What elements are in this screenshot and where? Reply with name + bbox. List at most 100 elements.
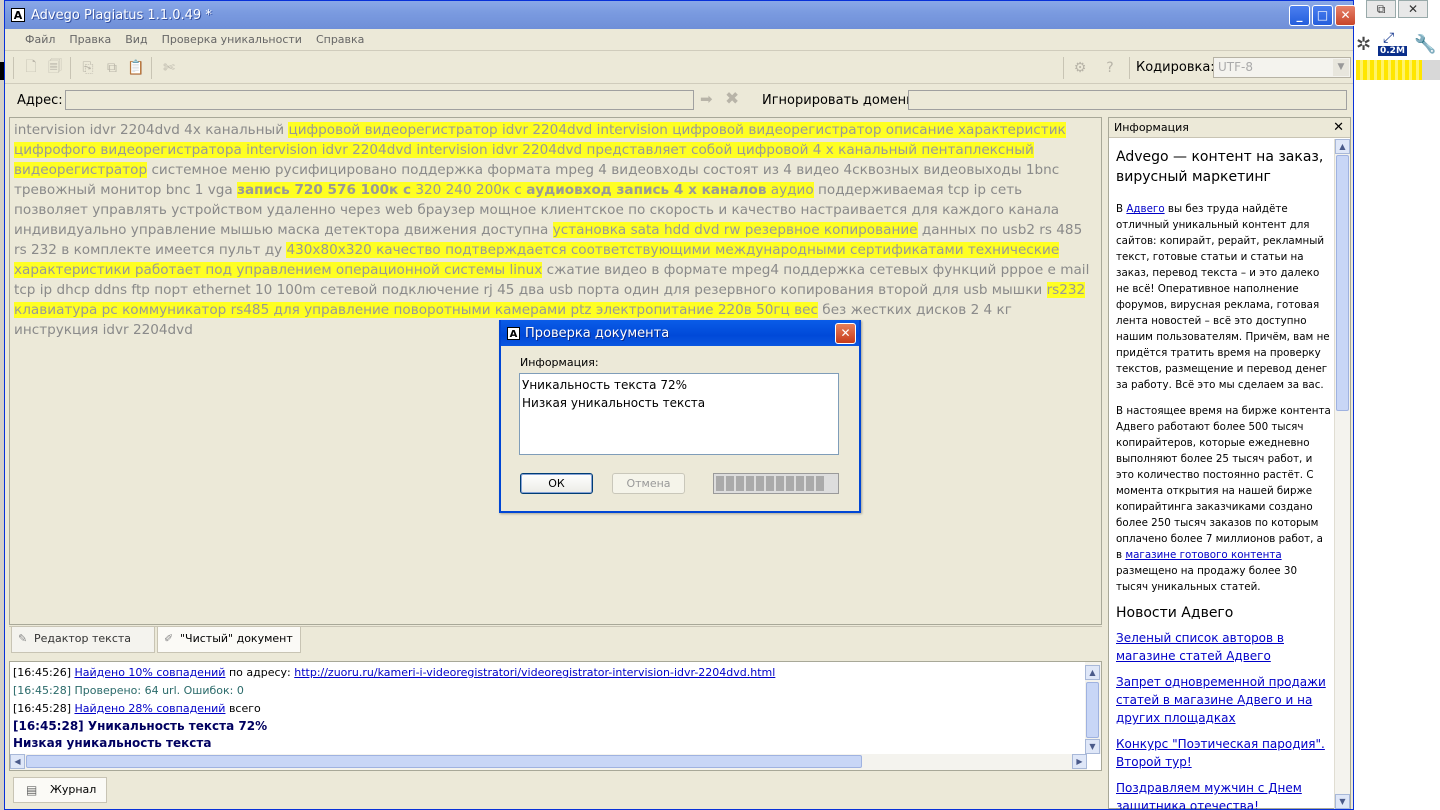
log-line: [16:45:28] Найдено 28% совпадений всего (13, 700, 775, 718)
result-verdict: Низкая уникальность текста (522, 396, 706, 410)
app-icon: A (11, 8, 25, 22)
clear-icon[interactable]: ✄ (158, 57, 180, 79)
news-link[interactable]: Поздравляем мужчин с Днем защитника отеч… (1116, 779, 1331, 809)
log-text: по адресу: (225, 666, 295, 679)
log-vertical-scrollbar[interactable]: ▲ ▼ (1085, 662, 1101, 754)
result-uniqueness: Уникальность текста 72% (522, 378, 688, 392)
info-panel-title: Информация (1114, 121, 1189, 134)
clear-x-icon[interactable]: ✖ (725, 89, 739, 109)
log-line: [16:45:28] Проверено: 64 url. Ошибок: 0 (13, 684, 244, 697)
info-scrollbar[interactable]: ▲ ▼ (1334, 139, 1350, 809)
help-icon[interactable]: ? (1099, 57, 1121, 79)
log-panel: [16:45:26] Найдено 10% совпадений по адр… (9, 661, 1102, 771)
minimize-button[interactable]: _ (1289, 5, 1310, 26)
progress-bar (713, 473, 839, 494)
open-document-icon[interactable]: 🗐 (44, 57, 66, 79)
chevron-down-icon[interactable]: ▼ (1333, 59, 1349, 76)
resize-icon[interactable]: ⤢ (1383, 30, 1394, 46)
log-line: Низкая уникальность текста (13, 736, 212, 750)
url-link[interactable]: http://zuoru.ru/kameri-i-videoregistrato… (294, 666, 775, 679)
screen: ⧉ ✕ ✲ ⤢ 0.2M 🔧 A Advego Plagiatus 1.1.0.… (0, 0, 1440, 810)
copy-icon[interactable]: ⧉ (101, 57, 123, 79)
encoding-value: UTF-8 (1218, 60, 1253, 74)
dialog-title: Проверка документа (525, 325, 670, 341)
scroll-up-icon[interactable]: ▲ (1335, 139, 1350, 154)
toolbar-separator (151, 56, 152, 79)
edit-document-icon: ✎ (18, 632, 28, 645)
scroll-down-icon[interactable]: ▼ (1335, 794, 1350, 809)
ok-button[interactable]: ОК (520, 473, 593, 494)
menu-help[interactable]: Справка (316, 33, 364, 46)
scroll-right-icon[interactable]: ▶ (1072, 754, 1087, 769)
log-tabs: ▤ Журнал (9, 775, 1102, 805)
address-bar: Адрес: ➡ ✖ Игнорировать домены: (5, 85, 1353, 115)
wrench-icon[interactable]: 🔧 (1414, 34, 1436, 55)
address-input[interactable] (65, 90, 694, 110)
info-paragraph: В настоящее время на бирже контента Адве… (1116, 403, 1331, 595)
scroll-thumb[interactable] (1086, 682, 1099, 738)
gear-icon[interactable]: ✲ (1356, 34, 1371, 55)
content-shop-link[interactable]: магазине готового контента (1125, 549, 1281, 561)
paste-icon[interactable]: 📋 (125, 57, 147, 79)
check-document-dialog: A Проверка документа ✕ Информация: Уника… (499, 320, 861, 513)
dialog-info-label: Информация: (520, 356, 599, 369)
info-close-icon[interactable]: ✕ (1333, 118, 1344, 137)
tab-journal-label: Журнал (50, 783, 97, 796)
news-link[interactable]: Конкурс "Поэтическая пародия". Второй ту… (1116, 735, 1331, 771)
ignore-domains-label: Игнорировать домены: (762, 93, 921, 108)
text-segment: intervision idvr 2204dvd 4x канальный (14, 122, 289, 138)
toolbar-separator (70, 56, 71, 79)
close-button[interactable]: ✕ (1335, 5, 1356, 26)
editor-tabs: ✎ Редактор текста ✐ "Чистый" документ (9, 626, 1102, 653)
menu-check[interactable]: Проверка уникальности (162, 33, 302, 46)
toolbar-separator (1129, 57, 1130, 79)
progress-fill (716, 476, 824, 491)
scroll-up-icon[interactable]: ▲ (1085, 665, 1100, 680)
title-bar[interactable]: A Advego Plagiatus 1.1.0.49 * _ □ ✕ (5, 1, 1356, 29)
bg-restore-button[interactable]: ⧉ (1366, 0, 1396, 18)
scroll-left-icon[interactable]: ◀ (10, 754, 25, 769)
menu-file[interactable]: Файл (25, 33, 55, 46)
news-link[interactable]: Запрет одновременной продажи статей в ма… (1116, 673, 1331, 727)
dialog-close-button[interactable]: ✕ (835, 323, 856, 344)
go-arrow-icon[interactable]: ➡ (700, 90, 713, 108)
info-p2-post: размещено на продажу более 30 тысяч уник… (1116, 565, 1297, 593)
tab-text-editor[interactable]: ✎ Редактор текста (11, 627, 155, 653)
bg-gray-strip (1422, 60, 1440, 80)
advego-link[interactable]: Адвего (1126, 203, 1164, 215)
ignore-domains-input[interactable] (908, 90, 1347, 110)
new-document-icon[interactable]: 🗋 (20, 57, 42, 79)
match-link[interactable]: Найдено 10% совпадений (74, 666, 225, 679)
scroll-thumb[interactable] (26, 755, 862, 768)
window-title: Advego Plagiatus 1.1.0.49 * (31, 7, 212, 23)
info-heading: Advego — контент на заказ, вирусный марк… (1116, 149, 1324, 185)
menu-edit[interactable]: Правка (69, 33, 111, 46)
menu-view[interactable]: Вид (125, 33, 147, 46)
settings-gear-icon[interactable]: ⚙ (1069, 57, 1091, 79)
bg-close-button[interactable]: ✕ (1398, 0, 1428, 18)
toolbar-grip (13, 56, 14, 79)
encoding-label: Кодировка: (1136, 60, 1215, 75)
info-content: Advego — контент на заказ, вирусный марк… (1109, 139, 1335, 809)
cancel-button[interactable]: Отмена (612, 473, 685, 494)
tab-clean-document[interactable]: ✐ "Чистый" документ (157, 627, 301, 653)
address-label: Адрес: (17, 93, 63, 108)
matched-text-segment: установка sata hdd dvd rw резервное копи… (552, 222, 918, 238)
dialog-title-bar[interactable]: A Проверка документа ✕ (501, 320, 859, 346)
encoding-select[interactable]: UTF-8 ▼ (1213, 57, 1351, 78)
cut-icon[interactable]: ⎘ (77, 57, 99, 79)
matched-text-segment: 320 240 200к с (411, 182, 527, 198)
size-badge: 0.2M (1378, 46, 1407, 56)
log-time: [16:45:26] (13, 666, 75, 679)
info-p1-post: вы без труда найдёте отличный уникальный… (1116, 203, 1330, 391)
toolbar-separator (1063, 57, 1064, 79)
news-link[interactable]: Зеленый список авторов в магазине статей… (1116, 629, 1331, 665)
tab-journal[interactable]: ▤ Журнал (13, 777, 107, 803)
scroll-thumb[interactable] (1336, 155, 1349, 411)
maximize-button[interactable]: □ (1312, 5, 1333, 26)
news-heading: Новости Адвего (1116, 605, 1234, 621)
match-link[interactable]: Найдено 28% совпадений (74, 702, 225, 715)
dialog-info-box[interactable]: Уникальность текста 72% Низкая уникально… (519, 373, 839, 455)
scroll-down-icon[interactable]: ▼ (1085, 739, 1100, 754)
log-horizontal-scrollbar[interactable]: ◀ ▶ (10, 754, 1087, 770)
